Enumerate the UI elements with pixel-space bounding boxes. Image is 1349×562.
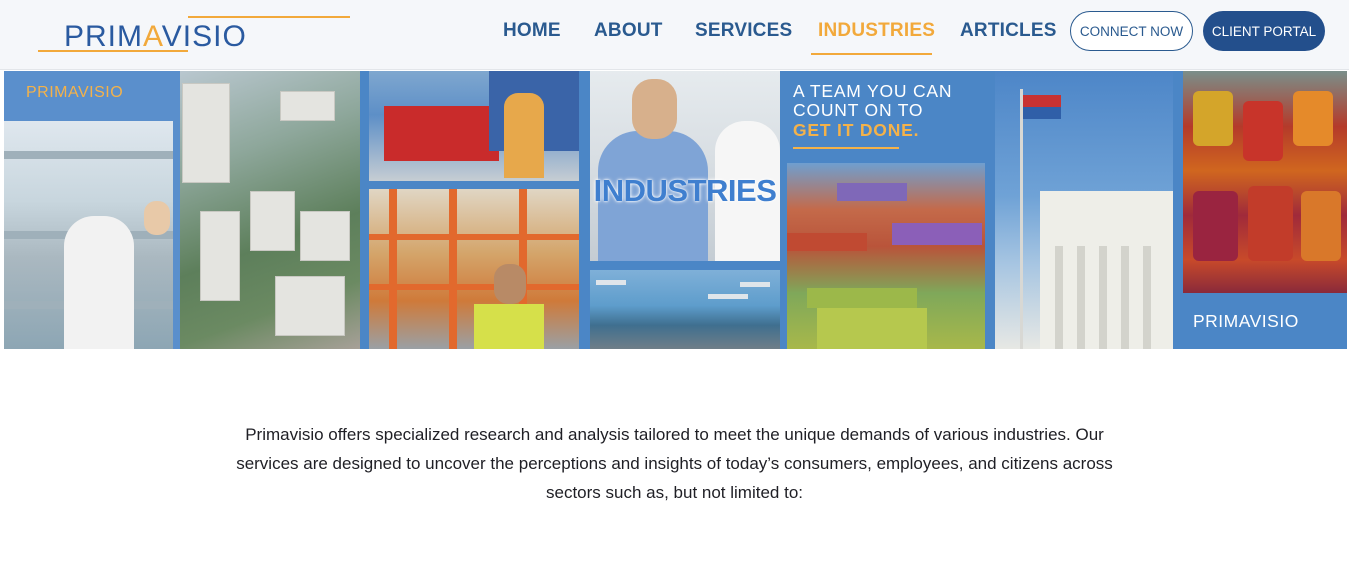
industries-intro-text: Primavisio offers specialized research a… <box>236 425 1113 502</box>
ship <box>596 280 626 285</box>
building <box>275 276 345 336</box>
house-roof <box>807 288 917 308</box>
hero-title: INDUSTRIES <box>593 173 777 208</box>
tagline-line-3: GET IT DONE. <box>793 120 920 140</box>
capitol-column <box>1077 246 1085 349</box>
hero-tile-tagline: A TEAM YOU CAN COUNT ON TO GET IT DONE. <box>787 71 997 163</box>
rack-beam <box>389 189 397 349</box>
snack-bag <box>1293 91 1333 146</box>
snack-bag <box>1301 191 1341 261</box>
snack-bag <box>1248 186 1293 261</box>
building <box>182 83 230 183</box>
nav-services[interactable]: SERVICES <box>695 20 792 44</box>
nav-about[interactable]: ABOUT <box>594 20 663 44</box>
tagline-line-1: A TEAM YOU CAN <box>793 81 953 101</box>
house-wall <box>817 308 927 349</box>
hero-tile-retail: PRIMAVISIO <box>1173 71 1347 349</box>
rack-shelf <box>369 284 579 290</box>
capitol-column <box>1121 246 1129 349</box>
building <box>200 211 240 301</box>
shopper-figure <box>64 216 134 349</box>
nav-active-indicator <box>811 53 932 55</box>
flag-pole <box>1020 89 1023 349</box>
rack-shelf <box>369 234 579 240</box>
house-roof <box>787 233 867 251</box>
tagline-underline <box>793 147 899 149</box>
hero-tile-houses <box>787 163 985 349</box>
site-header: PRIMAVISIO HOME ABOUT SERVICES INDUSTRIE… <box>0 0 1349 70</box>
capitol-column <box>1055 246 1063 349</box>
hero-tile-logistics <box>369 71 579 181</box>
hero-right-label: PRIMAVISIO <box>1193 311 1299 331</box>
shopper-face <box>144 201 170 235</box>
nav-home[interactable]: HOME <box>503 20 561 44</box>
snack-shelves <box>1183 71 1347 293</box>
hero-tile-port <box>590 270 780 349</box>
nav-industries[interactable]: INDUSTRIES <box>818 20 935 44</box>
ship <box>708 294 748 299</box>
building <box>280 91 335 121</box>
professional-face <box>632 79 677 139</box>
building <box>300 211 350 261</box>
safety-vest <box>474 304 544 349</box>
snack-bag <box>1243 101 1283 161</box>
capitol-column <box>1143 246 1151 349</box>
engineer-face <box>494 264 526 304</box>
nav-articles[interactable]: ARTICLES <box>960 20 1057 44</box>
hero-tile-shelves: PRIMAVISIO <box>4 71 180 349</box>
snack-bag <box>1193 191 1238 261</box>
snack-bag <box>1193 91 1233 146</box>
hero-tile-professionals <box>590 71 780 261</box>
flag-blue-band <box>1023 107 1061 119</box>
hero-banner: PRIMAVISIO INDUSTRIES A TEAM YOU CAN COU… <box>4 71 1347 349</box>
hero-tile-warehouse <box>369 189 579 349</box>
connect-now-button[interactable]: CONNECT NOW <box>1070 11 1193 51</box>
capitol-column <box>1099 246 1107 349</box>
ship <box>740 282 770 287</box>
rack-beam <box>449 189 457 349</box>
house-roof <box>837 183 907 201</box>
hero-left-label: PRIMAVISIO <box>26 84 124 101</box>
shelf <box>4 151 173 159</box>
hero-tile-government <box>995 71 1173 349</box>
worker-figure <box>504 93 544 178</box>
client-portal-button[interactable]: CLIENT PORTAL <box>1203 11 1325 51</box>
flag-red-band <box>1023 95 1061 107</box>
tagline-line-2: COUNT ON TO <box>793 100 924 120</box>
shopper-photo <box>4 121 173 349</box>
building <box>250 191 295 251</box>
hero-tile-city <box>180 71 360 349</box>
forklift-machine <box>384 106 499 161</box>
house-roof <box>892 223 982 245</box>
